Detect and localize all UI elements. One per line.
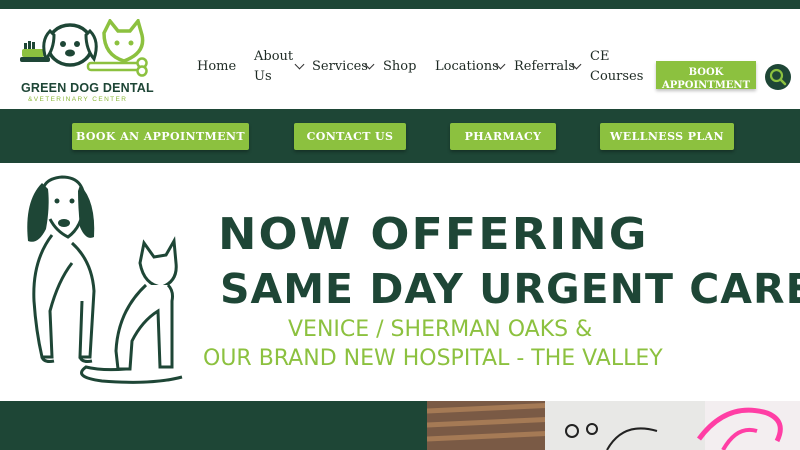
- search-button[interactable]: [765, 64, 791, 90]
- nav-locations[interactable]: Locations: [435, 57, 499, 77]
- nav-ce-courses[interactable]: CE Courses: [590, 47, 643, 87]
- clinic-photo: [427, 401, 800, 450]
- dog-cat-logo-icon: [20, 17, 148, 77]
- banner-locations-line: VENICE / SHERMAN OAKS &: [288, 317, 593, 342]
- clinic-interior-photo: [427, 401, 800, 450]
- contact-us-button[interactable]: CONTACT US: [294, 123, 406, 150]
- dog-and-cat-illustration-icon: [27, 175, 183, 384]
- book-an-appointment-button[interactable]: BOOK AN APPOINTMENT: [72, 123, 249, 150]
- site-header: GREEN DOG DENTAL &VETERINARY CENTER Home…: [0, 9, 800, 109]
- nav-about-us[interactable]: About Us: [254, 47, 293, 87]
- headline-urgent-care: SAME DAY URGENT CARE: [220, 265, 800, 313]
- top-accent-bar: [0, 0, 800, 9]
- headline-now-offering: NOW OFFERING: [218, 208, 649, 260]
- nav-about-label-2: Us: [254, 69, 272, 84]
- hero-banner[interactable]: NOW OFFERING SAME DAY URGENT CARE VENICE…: [0, 163, 800, 401]
- nav-ce-label-2: Courses: [590, 69, 644, 84]
- book-appointment-header-button[interactable]: BOOK APPOINTMENT: [656, 61, 756, 89]
- nav-shop[interactable]: Shop: [383, 57, 416, 77]
- nav-home[interactable]: Home: [197, 57, 236, 77]
- logo-subtitle: &VETERINARY CENTER: [28, 96, 128, 103]
- about-chevron-down-icon[interactable]: [294, 59, 305, 70]
- banner-new-hospital-line: OUR BRAND NEW HOSPITAL - THE VALLEY: [203, 346, 663, 371]
- action-bar: BOOK AN APPOINTMENT CONTACT US PHARMACY …: [0, 109, 800, 163]
- nav-about-label-1: About: [254, 49, 294, 64]
- lower-section: [0, 401, 800, 450]
- nav-services[interactable]: Services: [312, 57, 368, 77]
- pharmacy-button[interactable]: PHARMACY: [450, 123, 556, 150]
- search-icon: [769, 68, 787, 86]
- book-button-label-2: APPOINTMENT: [661, 80, 751, 89]
- nav-ce-label-1: CE: [590, 49, 610, 64]
- wellness-plan-button[interactable]: WELLNESS PLAN: [600, 123, 734, 150]
- site-logo[interactable]: GREEN DOG DENTAL &VETERINARY CENTER: [18, 17, 154, 103]
- logo-name: GREEN DOG DENTAL: [21, 81, 154, 95]
- nav-referrals[interactable]: Referrals: [514, 57, 575, 77]
- book-button-label-1: BOOK: [688, 67, 724, 78]
